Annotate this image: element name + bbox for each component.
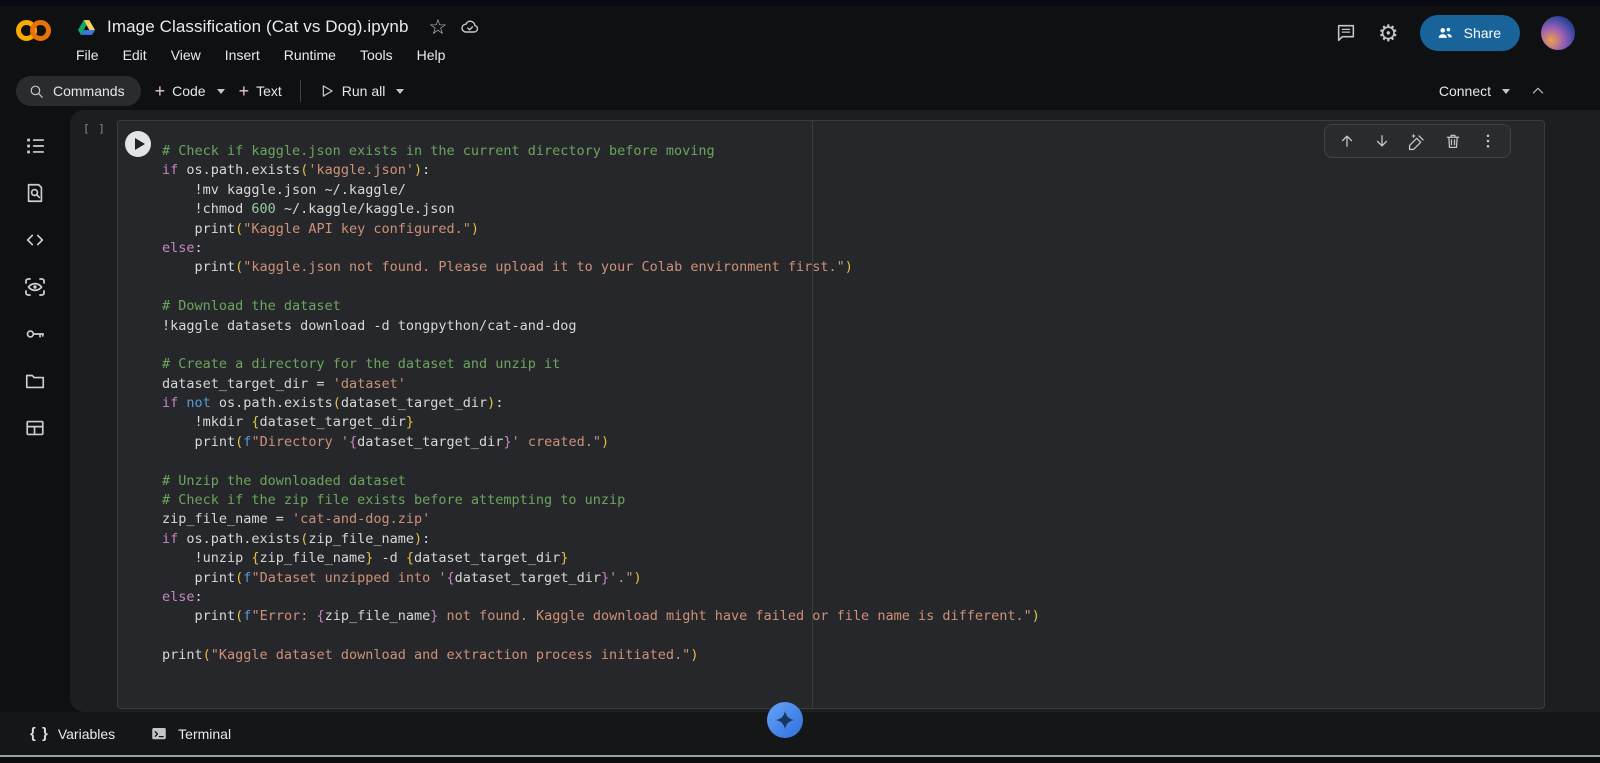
code-cell[interactable]: # Check if kaggle.json exists in the cur… bbox=[117, 120, 1545, 709]
eye-scan-icon[interactable] bbox=[23, 275, 47, 299]
code-line: if not os.path.exists(dataset_target_dir… bbox=[162, 394, 1534, 413]
collapse-header-icon[interactable] bbox=[1530, 83, 1546, 99]
code-line: print(f"Error: {zip_file_name} not found… bbox=[162, 607, 1534, 626]
colab-logo[interactable] bbox=[16, 20, 51, 41]
code-snippets-icon[interactable] bbox=[23, 228, 47, 252]
code-line bbox=[162, 452, 1534, 471]
terminal-button[interactable]: Terminal bbox=[149, 725, 231, 743]
menu-item-help[interactable]: Help bbox=[417, 47, 446, 63]
gemini-star-icon bbox=[774, 709, 796, 731]
move-cell-down-icon[interactable] bbox=[1373, 132, 1391, 150]
code-line: print(f"Dataset unzipped into '{dataset_… bbox=[162, 569, 1534, 588]
add-text-button[interactable]: + Text bbox=[239, 82, 282, 100]
notebook-toolbar: Commands + Code + Text Run all C bbox=[0, 72, 1600, 110]
code-line bbox=[162, 336, 1534, 355]
settings-gear-icon[interactable]: ⚙ bbox=[1378, 22, 1399, 45]
code-line: print("Kaggle API key configured.") bbox=[162, 220, 1534, 239]
code-line: print(f"Directory '{dataset_target_dir}'… bbox=[162, 433, 1534, 452]
code-line: !kaggle datasets download -d tongpython/… bbox=[162, 317, 1534, 336]
code-line: zip_file_name = 'cat-and-dog.zip' bbox=[162, 510, 1534, 529]
commands-button[interactable]: Commands bbox=[16, 76, 141, 106]
code-line: # Check if the zip file exists before at… bbox=[162, 491, 1534, 510]
avatar[interactable] bbox=[1541, 16, 1575, 50]
terminal-icon bbox=[149, 725, 169, 743]
code-line: print("Kaggle dataset download and extra… bbox=[162, 646, 1534, 665]
plus-icon: + bbox=[155, 82, 166, 100]
commands-label: Commands bbox=[53, 83, 125, 99]
share-button[interactable]: Share bbox=[1420, 15, 1520, 51]
data-table-icon[interactable] bbox=[23, 416, 47, 440]
table-of-contents-icon[interactable] bbox=[23, 134, 47, 158]
share-label: Share bbox=[1464, 25, 1501, 41]
menu-item-tools[interactable]: Tools bbox=[360, 47, 393, 63]
people-icon bbox=[1435, 24, 1455, 42]
colab-window: Image Classification (Cat vs Dog).ipynb … bbox=[0, 0, 1600, 763]
gemini-spark-button[interactable] bbox=[767, 702, 803, 738]
code-line: # Unzip the downloaded dataset bbox=[162, 472, 1534, 491]
toolbar-left: Commands + Code + Text Run all bbox=[16, 72, 404, 110]
toolbar-right: Connect bbox=[1439, 72, 1546, 110]
screen-bottom-edge bbox=[0, 755, 1600, 763]
code-line: if os.path.exists(zip_file_name): bbox=[162, 530, 1534, 549]
menu-item-edit[interactable]: Edit bbox=[123, 47, 147, 63]
cell-toolbar bbox=[1324, 124, 1511, 158]
code-line: # Download the dataset bbox=[162, 297, 1534, 316]
run-cell-button[interactable] bbox=[125, 131, 151, 157]
cloud-saved-icon[interactable] bbox=[459, 17, 481, 37]
code-line: !mkdir {dataset_target_dir} bbox=[162, 413, 1534, 432]
menu-bar: File Edit View Insert Runtime Tools Help bbox=[76, 47, 445, 63]
code-line: !mv kaggle.json ~/.kaggle/ bbox=[162, 181, 1534, 200]
header: Image Classification (Cat vs Dog).ipynb … bbox=[0, 6, 1600, 72]
menu-item-runtime[interactable]: Runtime bbox=[284, 47, 336, 63]
play-icon bbox=[135, 138, 145, 150]
code-line: print("kaggle.json not found. Please upl… bbox=[162, 258, 1534, 277]
delete-cell-icon[interactable] bbox=[1444, 132, 1462, 150]
header-actions: ⚙ Share bbox=[1335, 15, 1575, 51]
find-and-replace-icon[interactable] bbox=[23, 181, 47, 205]
connect-button[interactable]: Connect bbox=[1439, 83, 1510, 99]
code-editor[interactable]: # Check if kaggle.json exists in the cur… bbox=[162, 142, 1534, 666]
chevron-down-icon bbox=[1502, 89, 1510, 94]
code-line: else: bbox=[162, 588, 1534, 607]
braces-icon: { } bbox=[30, 725, 49, 742]
code-line: !chmod 600 ~/.kaggle/kaggle.json bbox=[162, 200, 1534, 219]
files-folder-icon[interactable] bbox=[23, 369, 47, 393]
notebook-panel: [ ] # Check if kaggle.json exists in the… bbox=[70, 110, 1600, 712]
code-line: if os.path.exists('kaggle.json'): bbox=[162, 161, 1534, 180]
run-all-button[interactable]: Run all bbox=[319, 83, 405, 99]
code-line: !unzip {zip_file_name} -d {dataset_targe… bbox=[162, 549, 1534, 568]
code-line bbox=[162, 627, 1534, 646]
move-cell-up-icon[interactable] bbox=[1338, 132, 1356, 150]
play-icon bbox=[319, 83, 335, 99]
star-icon[interactable]: ☆ bbox=[429, 17, 448, 38]
chevron-down-icon bbox=[217, 89, 225, 94]
execution-count-indicator: [ ] bbox=[83, 122, 106, 135]
variables-button[interactable]: { } Variables bbox=[30, 725, 115, 742]
notebook-title[interactable]: Image Classification (Cat vs Dog).ipynb bbox=[107, 17, 409, 37]
colab-logo-right-ring bbox=[30, 20, 51, 41]
google-drive-icon bbox=[78, 20, 95, 35]
chevron-down-icon bbox=[396, 89, 404, 94]
plus-icon: + bbox=[239, 82, 250, 100]
add-code-button[interactable]: + Code bbox=[155, 82, 225, 100]
edit-with-ai-icon[interactable] bbox=[1408, 132, 1427, 151]
left-sidebar-rail bbox=[0, 110, 70, 712]
title-row: Image Classification (Cat vs Dog).ipynb … bbox=[78, 14, 481, 40]
menu-item-file[interactable]: File bbox=[76, 47, 99, 63]
code-line bbox=[162, 278, 1534, 297]
menu-item-insert[interactable]: Insert bbox=[225, 47, 260, 63]
secrets-key-icon[interactable] bbox=[23, 322, 47, 346]
code-line: else: bbox=[162, 239, 1534, 258]
toolbar-divider bbox=[300, 80, 301, 102]
comment-icon[interactable] bbox=[1335, 22, 1357, 44]
more-options-kebab-icon[interactable] bbox=[1479, 132, 1497, 150]
code-line: dataset_target_dir = 'dataset' bbox=[162, 375, 1534, 394]
search-icon bbox=[28, 83, 45, 100]
code-line: # Create a directory for the dataset and… bbox=[162, 355, 1534, 374]
menu-item-view[interactable]: View bbox=[171, 47, 201, 63]
